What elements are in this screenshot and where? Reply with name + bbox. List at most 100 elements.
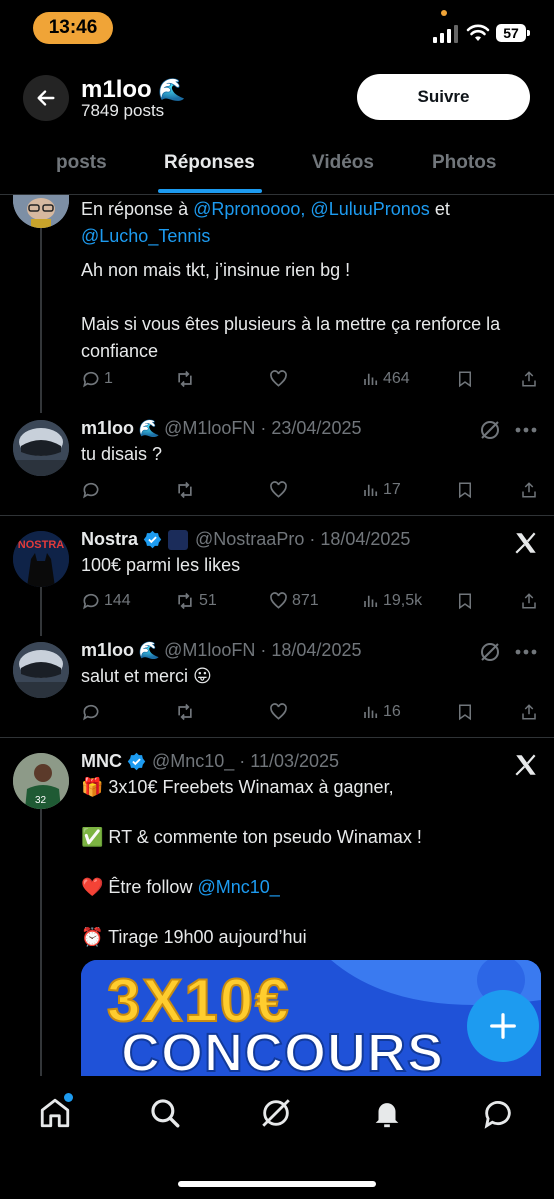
author-name[interactable]: m1loo: [81, 640, 134, 660]
thread-connector: [40, 808, 42, 1078]
nav-messages[interactable]: [481, 1096, 515, 1135]
tweet-text-line: ❤️ Être follow @Mnc10_: [81, 874, 546, 901]
views-count: 17: [383, 481, 401, 498]
share-icon: [522, 371, 536, 387]
repost-icon: [178, 703, 192, 721]
reply-icon: [83, 704, 99, 721]
nav-search[interactable]: [148, 1096, 182, 1135]
compose-button[interactable]: [467, 990, 539, 1062]
views-count: 464: [383, 370, 410, 387]
tweet-text: 100€ parmi les likes: [81, 555, 241, 575]
share-button[interactable]: [520, 369, 538, 389]
like-button[interactable]: 871: [268, 591, 319, 611]
mention-link[interactable]: @Mnc10_: [197, 877, 279, 897]
tweet-text: Ah non mais tkt, j’insinue rien bg ! Mai…: [81, 257, 546, 365]
views-button[interactable]: 464: [362, 369, 410, 389]
views-icon: [364, 484, 378, 496]
like-button[interactable]: [268, 702, 289, 722]
arrow-left-icon: [37, 90, 55, 106]
share-icon: [522, 482, 536, 498]
nav-home[interactable]: [38, 1093, 73, 1135]
reply-icon: [83, 593, 99, 610]
like-button[interactable]: [268, 369, 289, 389]
heart-icon: [270, 703, 287, 720]
wave-emoji: 🌊: [158, 77, 186, 102]
avatar[interactable]: [13, 642, 69, 698]
line-prefix: ❤️ Être follow: [81, 877, 193, 897]
views-button[interactable]: 17: [362, 480, 401, 500]
reply-mention-link[interactable]: @Rpronoooo, @LuluuPronos: [193, 199, 430, 219]
bookmark-icon: [459, 704, 471, 721]
bookmark-button[interactable]: [456, 480, 474, 500]
reply-button[interactable]: [81, 480, 101, 500]
tab-videos[interactable]: Vidéos: [312, 152, 374, 174]
views-icon: [364, 373, 378, 385]
author-name[interactable]: Nostra: [81, 529, 138, 550]
follow-button[interactable]: Suivre: [357, 74, 530, 120]
author-name[interactable]: m1loo: [81, 418, 134, 438]
repost-button[interactable]: [174, 702, 196, 722]
avatar[interactable]: [13, 420, 69, 476]
share-button[interactable]: [520, 591, 538, 611]
active-tab-indicator: [158, 189, 262, 193]
views-icon: [364, 595, 378, 607]
like-button[interactable]: [268, 480, 289, 500]
tweet-divider: [0, 737, 554, 738]
tweet-text-line: ⏰ Tirage 19h00 aujourd’hui: [81, 927, 307, 947]
thread-connector: [40, 586, 42, 636]
views-button[interactable]: 16: [362, 702, 401, 722]
notification-dot: [64, 1093, 73, 1102]
home-indicator: [178, 1181, 376, 1187]
tweet-text-line: Mais si vous êtes plusieurs à la mettre …: [81, 314, 501, 334]
reply-mention-link[interactable]: @Lucho_Tennis: [81, 226, 210, 246]
repost-button[interactable]: [174, 480, 196, 500]
more-options-icon[interactable]: [514, 648, 538, 656]
repost-icon: [178, 481, 192, 499]
more-options-icon[interactable]: [514, 426, 538, 434]
search-icon: [151, 1099, 180, 1128]
avatar[interactable]: NOSTRA: [13, 531, 69, 587]
tweet-text-line: Ah non mais tkt, j’insinue rien bg !: [81, 260, 351, 280]
posts-count: 7849 posts: [81, 101, 165, 120]
status-time: 13:46: [33, 12, 113, 44]
reply-button[interactable]: [81, 702, 101, 722]
repost-button[interactable]: 51: [174, 591, 217, 611]
handle-date: @M1looFN · 18/04/2025: [164, 640, 362, 660]
user-avatar-image: 32: [13, 753, 69, 809]
grok-icon[interactable]: [478, 640, 502, 664]
tab-posts[interactable]: posts: [56, 152, 107, 174]
share-button[interactable]: [520, 480, 538, 500]
reply-prefix: En réponse à: [81, 199, 189, 219]
verified-badge-icon: [143, 530, 162, 549]
reply-icon: [83, 482, 99, 499]
reply-button[interactable]: 1: [81, 369, 113, 389]
repost-button[interactable]: [174, 369, 196, 389]
like-count: 871: [292, 592, 319, 609]
user-avatar-image: [13, 195, 69, 228]
tab-photos[interactable]: Photos: [432, 152, 496, 174]
bookmark-button[interactable]: [456, 702, 474, 722]
views-icon: [364, 706, 378, 718]
thread-connector: [40, 228, 42, 413]
avatar[interactable]: [13, 195, 69, 228]
bookmark-button[interactable]: [456, 591, 474, 611]
nav-grok[interactable]: [259, 1096, 293, 1135]
bookmark-button[interactable]: [456, 369, 474, 389]
share-button[interactable]: [520, 702, 538, 722]
chat-bubble-icon: [484, 1101, 511, 1129]
tab-replies[interactable]: Réponses: [164, 152, 255, 174]
nav-notifications[interactable]: [370, 1096, 404, 1135]
repost-icon: [178, 370, 192, 388]
bell-icon: [375, 1103, 399, 1128]
privacy-indicator-dot: [441, 10, 447, 16]
tweet-text-line: ✅ RT & commente ton pseudo Winamax !: [81, 827, 422, 847]
grok-icon[interactable]: [478, 418, 502, 442]
reply-button[interactable]: 144: [81, 591, 131, 611]
bookmark-icon: [459, 593, 471, 610]
author-name[interactable]: MNC: [81, 751, 122, 772]
avatar[interactable]: 32: [13, 753, 69, 809]
views-button[interactable]: 19,5k: [362, 591, 422, 611]
reply-count: 1: [104, 370, 113, 387]
back-button[interactable]: [23, 75, 69, 121]
svg-text:32: 32: [35, 795, 47, 806]
